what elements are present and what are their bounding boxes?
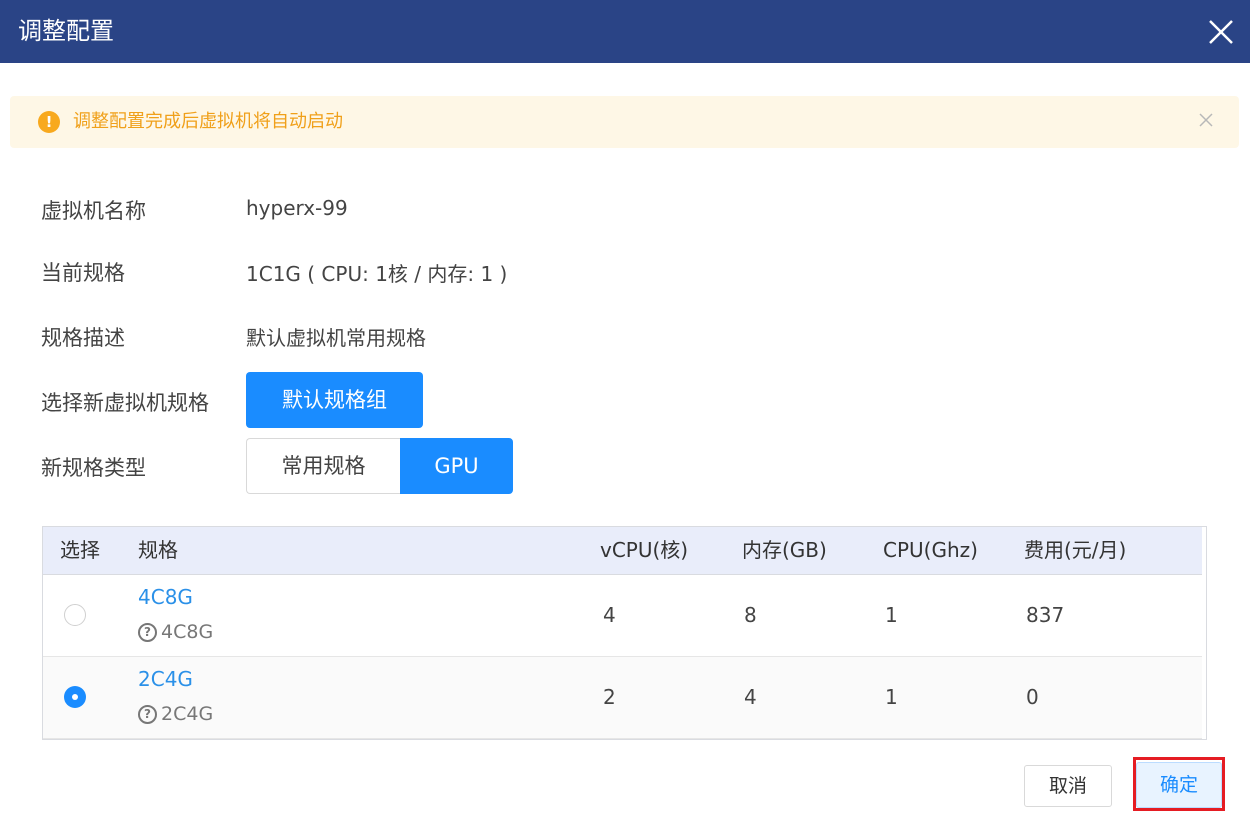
warning-icon: !: [38, 111, 60, 133]
cost-cell: 0: [1026, 685, 1039, 709]
vcpu-cell: 4: [603, 603, 616, 627]
select-spec-label: 选择新虚拟机规格: [41, 391, 209, 415]
spec-name-link[interactable]: 4C8G: [138, 585, 193, 609]
spec-subtitle: ? 4C8G: [138, 621, 213, 643]
cpu-cell: 1: [885, 603, 898, 627]
adjust-config-dialog: 调整配置 ! 调整配置完成后虚拟机将自动启动 虚拟机名称 hyperx-99 当…: [0, 0, 1250, 835]
spec-desc-value: 默认虚拟机常用规格: [246, 326, 426, 350]
column-header-spec: 规格: [138, 538, 178, 562]
spec-name-link[interactable]: 2C4G: [138, 667, 193, 691]
column-header-cost: 费用(元/月): [1024, 538, 1127, 562]
dialog-title: 调整配置: [18, 17, 114, 45]
help-icon: ?: [138, 622, 157, 642]
column-header-vcpu: vCPU(核): [600, 538, 689, 562]
spec-type-gpu-option[interactable]: GPU: [400, 438, 513, 494]
row-radio-selected[interactable]: [64, 686, 86, 708]
alert-message: 调整配置完成后虚拟机将自动启动: [73, 111, 343, 132]
vcpu-cell: 2: [603, 685, 616, 709]
table-header: 选择 规格 vCPU(核) 内存(GB) CPU(Ghz) 费用(元/月): [43, 527, 1202, 575]
warning-alert: ! 调整配置完成后虚拟机将自动启动: [10, 96, 1239, 148]
cost-cell: 837: [1026, 603, 1065, 627]
current-spec-label: 当前规格: [41, 261, 125, 285]
spec-type-segmented: 常用规格 GPU: [246, 438, 513, 494]
table-row[interactable]: 2C4G ? 2C4G 2 4 1 0: [43, 657, 1202, 739]
spec-subtitle-text: 4C8G: [161, 621, 214, 643]
memory-cell: 8: [744, 603, 757, 627]
cpu-cell: 1: [885, 685, 898, 709]
spec-type-label: 新规格类型: [41, 456, 146, 480]
column-header-select: 选择: [60, 538, 100, 562]
default-spec-group-button[interactable]: 默认规格组: [246, 372, 423, 428]
column-header-cpu: CPU(Ghz): [883, 538, 978, 562]
current-spec-value: 1C1G ( CPU: 1核 / 内存: 1 ): [246, 262, 508, 286]
spec-subtitle-text: 2C4G: [161, 703, 214, 725]
spec-table: 选择 规格 vCPU(核) 内存(GB) CPU(Ghz) 费用(元/月) 4C…: [42, 526, 1207, 740]
column-header-memory: 内存(GB): [742, 538, 827, 562]
spec-subtitle: ? 2C4G: [138, 703, 213, 725]
vm-name-value: hyperx-99: [246, 196, 348, 220]
cancel-button[interactable]: 取消: [1024, 765, 1112, 807]
vm-name-label: 虚拟机名称: [41, 199, 146, 223]
close-icon[interactable]: [1208, 19, 1234, 45]
help-icon: ?: [138, 704, 157, 724]
alert-close-icon[interactable]: [1199, 113, 1213, 127]
table-row[interactable]: 4C8G ? 4C8G 4 8 1 837: [43, 575, 1202, 657]
spec-type-common-option[interactable]: 常用规格: [246, 438, 400, 494]
row-radio[interactable]: [64, 604, 86, 626]
confirm-button[interactable]: 确定: [1136, 762, 1222, 808]
memory-cell: 4: [744, 685, 757, 709]
spec-desc-label: 规格描述: [41, 326, 125, 350]
dialog-header: 调整配置: [0, 0, 1250, 63]
